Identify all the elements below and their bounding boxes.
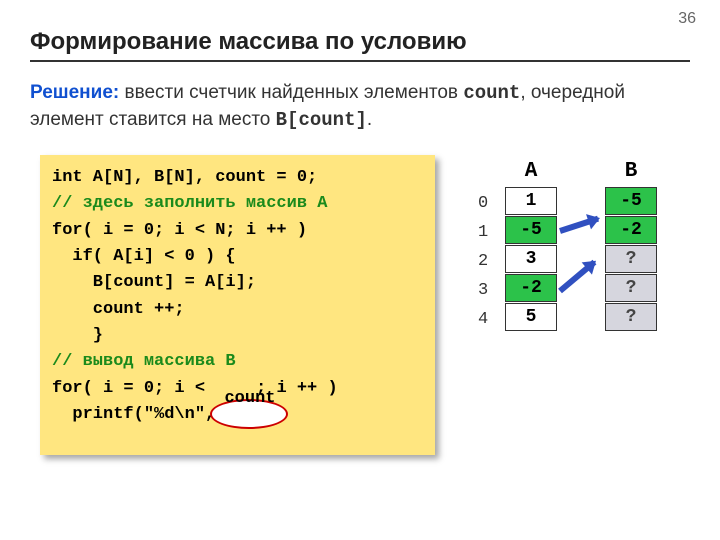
array-cell: -5: [605, 187, 657, 215]
array-cell: ?: [605, 274, 657, 302]
code-line: count ++;: [52, 297, 423, 323]
index-label: 4: [478, 310, 488, 329]
array-cell: 3: [505, 245, 557, 273]
array-cell: ?: [605, 245, 657, 273]
code-line: for( i = 0; i < N; i ++ ): [52, 218, 423, 244]
array-b-column: B -5 -2 ? ? ?: [605, 160, 657, 332]
arrow-icon: [559, 216, 599, 234]
index-label: 1: [478, 223, 488, 242]
title-underline: [30, 60, 690, 62]
array-cell: -2: [505, 274, 557, 302]
index-label: 0: [478, 194, 488, 213]
count-callout: count: [222, 390, 278, 408]
code-comment: // вывод массива B: [52, 349, 423, 375]
code-comment: // здесь заполнить массив A: [52, 191, 423, 217]
code-line: if( A[i] < 0 ) {: [52, 244, 423, 270]
page-number: 36: [678, 10, 696, 28]
array-a-column: A 1 -5 3 -2 5: [505, 160, 557, 332]
code-line: }: [52, 323, 423, 349]
array-cell: -2: [605, 216, 657, 244]
solution-label: Решение:: [30, 82, 119, 103]
array-cell: -5: [505, 216, 557, 244]
code-line: B[count] = A[i];: [52, 270, 423, 296]
index-label: 3: [478, 281, 488, 300]
array-cell: 1: [505, 187, 557, 215]
array-a-header: A: [505, 160, 557, 183]
array-cell: ?: [605, 303, 657, 331]
array-cell: 5: [505, 303, 557, 331]
array-b-header: B: [605, 160, 657, 183]
solution-text: Решение: ввести счетчик найденных элемен…: [30, 80, 690, 133]
arrow-icon: [558, 260, 596, 294]
code-line: int A[N], B[N], count = 0;: [52, 165, 423, 191]
page-title: Формирование массива по условию: [30, 28, 467, 56]
index-label: 2: [478, 252, 488, 271]
